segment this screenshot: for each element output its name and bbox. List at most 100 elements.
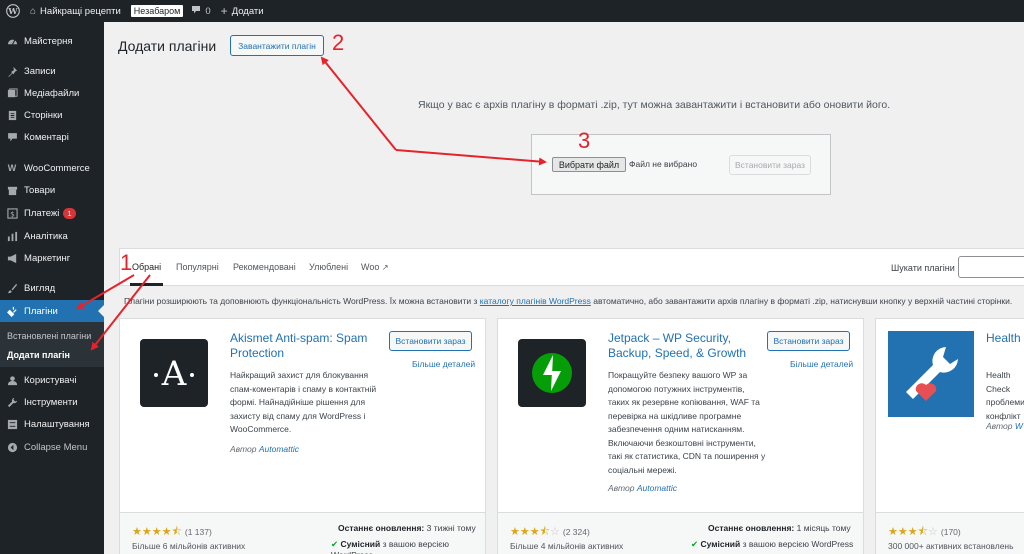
last-updated: Останнє оновлення: 3 тижні тому [338, 523, 476, 533]
sidebar-item-dashboard[interactable]: Майстерня [0, 30, 104, 52]
plugin-name[interactable]: Health Check & Troubleshooting [986, 331, 1024, 346]
home-icon: ⌂ [30, 5, 37, 17]
coming-soon-badge[interactable]: Незабаром [130, 5, 184, 17]
main-content: Додати плагіни Завантажити плагін Якщо у… [104, 22, 1024, 554]
desc-text-end: автоматично, або завантажити архів плагі… [590, 296, 1013, 306]
install-now-button-disabled[interactable]: Встановити зараз [729, 155, 811, 175]
collapse-menu-button[interactable]: Collapse Menu [0, 436, 104, 458]
svg-text:A: A [161, 354, 187, 394]
collapse-icon [6, 441, 18, 453]
tab-featured[interactable]: Обрані [132, 262, 161, 272]
sidebar-item-appearance[interactable]: Вигляд [0, 277, 104, 299]
tab-woo[interactable]: Woo ↗ [361, 262, 389, 272]
compatibility: ✔ Сумісний з вашою версією WordPress [331, 539, 485, 554]
star-empty-icon: ☆ [550, 526, 560, 538]
comment-icon [191, 5, 201, 18]
sidebar-item-label: Аналітика [24, 230, 68, 242]
wrench-icon [6, 396, 18, 408]
svg-text:W: W [7, 6, 18, 16]
sidebar-item-products[interactable]: Товари [0, 179, 104, 201]
jetpack-logo-icon[interactable] [518, 339, 586, 407]
sidebar-item-settings[interactable]: Налаштування [0, 413, 104, 435]
sidebar-item-plugins[interactable]: Плагіни [0, 300, 104, 322]
sidebar-item-comments[interactable]: Коментарі [0, 126, 104, 148]
sidebar-item-media[interactable]: Медіафайли [0, 82, 104, 104]
search-plugins-input[interactable] [958, 256, 1024, 278]
pages-icon [6, 109, 18, 121]
star-empty-icon: ☆ [928, 526, 938, 538]
wordpress-logo-icon[interactable]: W [4, 2, 22, 20]
plugin-directory-link[interactable]: каталогу плагінів WordPress [480, 296, 591, 306]
choose-file-button[interactable]: Вибрати файл [552, 157, 626, 172]
sidebar-item-payments[interactable]: $ Платежі 1 [0, 202, 104, 224]
author-prefix: Автор [230, 444, 257, 454]
dashboard-icon [6, 35, 18, 47]
sidebar-item-label: Інструменти [24, 396, 78, 408]
check-icon: ✔ [331, 539, 339, 549]
page-title: Додати плагіни [118, 38, 217, 54]
star-full-icon: ★★★★ [132, 526, 172, 538]
install-now-button[interactable]: Встановити зараз [389, 331, 472, 351]
rating-count: (2 324) [562, 527, 590, 537]
desc-text: Плагіни розширюють та доповнюють функціо… [124, 296, 480, 306]
install-now-button[interactable]: Встановити зараз [767, 331, 850, 351]
sidebar-item-label: Сторінки [24, 109, 63, 121]
tab-popular[interactable]: Популярні [176, 262, 219, 272]
more-details-link[interactable]: Більше деталей [790, 359, 853, 369]
plugins-submenu [0, 322, 104, 367]
rating-count: (1 137) [184, 527, 212, 537]
submenu-installed-plugins[interactable]: Встановлені плагіни [7, 331, 91, 341]
author-link[interactable]: W [1015, 421, 1023, 431]
health-check-logo-icon[interactable] [888, 331, 974, 417]
search-plugins-label: Шукати плагіни [891, 263, 955, 273]
plugin-card-akismet: A Akismet Anti-spam: Spam Protection Вст… [119, 318, 486, 554]
sidebar-item-label: Медіафайли [24, 87, 80, 99]
more-details-link[interactable]: Більше деталей [412, 359, 475, 369]
plugin-description: Найкращий захист для блокування спам-ком… [230, 370, 377, 434]
sidebar-item-woocommerce[interactable]: W WooCommerce [0, 157, 104, 179]
sidebar-item-marketing[interactable]: Маркетинг [0, 247, 104, 269]
sidebar-item-label: Вигляд [24, 282, 56, 294]
comments-count: 0 [205, 5, 211, 17]
active-installs: 300 000+ активних встановлень [888, 541, 1014, 551]
sidebar-item-label: Користувачі [24, 374, 77, 386]
site-name-link[interactable]: ⌂ Найкращі рецепти [30, 6, 121, 17]
plugin-card-jetpack: Jetpack – WP Security, Backup, Speed, & … [497, 318, 864, 554]
compat-bold: Сумісний [340, 539, 381, 549]
upload-plugin-button[interactable]: Завантажити плагін [230, 35, 324, 56]
comments-link[interactable]: 0 [191, 5, 211, 18]
star-full-icon: ★★★ [510, 526, 540, 538]
plugin-description: Покращуйте безпеку вашого WP за допомого… [608, 370, 766, 475]
plugin-name[interactable]: Jetpack – WP Security, Backup, Speed, & … [608, 331, 768, 361]
pin-icon [6, 65, 18, 77]
compatibility: ✔ Сумісний з вашою версією WordPress [691, 539, 853, 550]
sidebar-item-posts[interactable]: Записи [0, 60, 104, 82]
plugin-author: Автор Automattic [608, 483, 677, 493]
author-link[interactable]: Automattic [637, 483, 677, 493]
payments-badge: 1 [63, 207, 76, 219]
author-link[interactable]: Automattic [259, 444, 299, 454]
sidebar-item-tools[interactable]: Інструменти [0, 391, 104, 413]
new-content-link[interactable]: + Додати [221, 4, 264, 18]
sidebar-item-pages[interactable]: Сторінки [0, 104, 104, 126]
rating-count: (170) [940, 527, 961, 537]
tab-recommended[interactable]: Рекомендовані [233, 262, 296, 272]
upload-note: Якщо у вас є архів плагіну в форматі .zi… [418, 99, 891, 111]
tab-favorites[interactable]: Улюблені [309, 262, 348, 272]
akismet-logo-icon[interactable]: A [140, 339, 208, 407]
plugin-name[interactable]: Akismet Anti-spam: Spam Protection [230, 331, 390, 361]
sidebar-item-analytics[interactable]: Аналітика [0, 225, 104, 247]
no-file-label: Файл не вибрано [629, 159, 698, 169]
sidebar-item-label: Записи [24, 65, 56, 77]
last-updated-label: Останнє оновлення: [708, 523, 795, 533]
new-label: Додати [231, 5, 264, 17]
star-half-icon: ⯪ [917, 526, 929, 538]
plugin-description: Health Check проблеми конфлікт [986, 370, 1024, 421]
plugin-author: Автор Automattic [230, 444, 299, 454]
plugin-card-health-check: Health Check & Troubleshooting Health Ch… [875, 318, 1024, 554]
submenu-add-plugin[interactable]: Додати плагін [7, 350, 70, 360]
active-installs: Більше 6 мільйонів активних встановлень [132, 541, 246, 554]
sidebar-item-label: Collapse Menu [24, 441, 88, 453]
plus-icon: + [220, 4, 228, 18]
sidebar-item-users[interactable]: Користувачі [0, 369, 104, 391]
